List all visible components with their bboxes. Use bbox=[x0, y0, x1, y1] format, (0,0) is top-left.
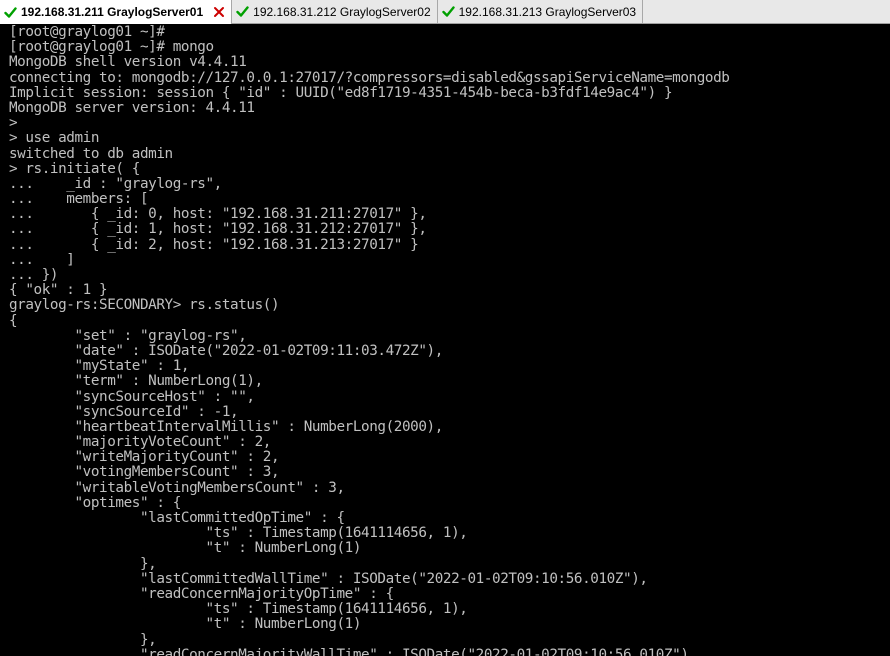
tab-label: 192.168.31.213 GraylogServer03 bbox=[458, 4, 637, 19]
terminal-line: ... ] bbox=[9, 251, 75, 268]
terminal-line: "heartbeatIntervalMillis" : NumberLong(2… bbox=[9, 418, 443, 435]
terminal-line: [root@graylog01 ~]# mongo bbox=[9, 39, 214, 56]
terminal-line: ... _id : "graylog-rs", bbox=[9, 175, 222, 192]
tab-label: 192.168.31.212 GraylogServer02 bbox=[253, 4, 431, 19]
terminal-line: "lastCommittedOpTime" : { bbox=[9, 510, 345, 526]
terminal-line: MongoDB shell version v4.4.11 bbox=[9, 54, 247, 71]
terminal-line: "optimes" : { bbox=[9, 494, 181, 511]
terminal-line: "term" : NumberLong(1), bbox=[9, 373, 263, 390]
check-icon bbox=[236, 5, 249, 18]
terminal-line: "syncSourceHost" : "", bbox=[9, 388, 255, 405]
tab-label: 192.168.31.211 GraylogServer01 bbox=[21, 5, 204, 19]
terminal-line: "ts" : Timestamp(1641114656, 1), bbox=[9, 601, 468, 618]
terminal-line: > bbox=[9, 115, 18, 132]
check-icon bbox=[4, 6, 17, 19]
terminal-line: "majorityVoteCount" : 2, bbox=[9, 434, 271, 451]
terminal-line: }, bbox=[9, 555, 157, 572]
terminal-line: "t" : NumberLong(1) bbox=[9, 616, 362, 633]
terminal-line: { bbox=[9, 312, 18, 329]
terminal-line: "writeMajorityCount" : 2, bbox=[9, 449, 280, 466]
session-tab-bar: 192.168.31.211 GraylogServer01 192.168.3… bbox=[0, 0, 890, 24]
terminal-line: switched to db admin bbox=[9, 145, 173, 162]
terminal-line: graylog-rs:SECONDARY> rs.status() bbox=[9, 297, 280, 314]
tab-graylogserver02[interactable]: 192.168.31.212 GraylogServer02 bbox=[232, 0, 438, 23]
terminal-line: "writableVotingMembersCount" : 3, bbox=[9, 479, 345, 496]
terminal-line: }, bbox=[9, 631, 157, 648]
terminal-line: Implicit session: session { "id" : UUID(… bbox=[9, 84, 673, 101]
terminal-line: ... { _id: 1, host: "192.168.31.212:2701… bbox=[9, 221, 427, 238]
terminal-line: "syncSourceId" : -1, bbox=[9, 403, 239, 420]
terminal-line: "votingMembersCount" : 3, bbox=[9, 464, 280, 481]
terminal-output[interactable]: [root@graylog01 ~]# [root@graylog01 ~]# … bbox=[0, 24, 890, 656]
terminal-line: "ts" : Timestamp(1641114656, 1), bbox=[9, 525, 468, 542]
terminal-line: "readConcernMajorityWallTime" : ISODate(… bbox=[9, 646, 697, 656]
terminal-line: "lastCommittedWallTime" : ISODate("2022-… bbox=[9, 570, 648, 587]
terminal-line: ... }) bbox=[9, 267, 59, 283]
terminal-line: ... members: [ bbox=[9, 191, 149, 208]
terminal-line: "set" : "graylog-rs", bbox=[9, 327, 247, 344]
close-icon[interactable] bbox=[213, 6, 225, 18]
tab-graylogserver03[interactable]: 192.168.31.213 GraylogServer03 bbox=[438, 0, 644, 23]
terminal-line: ... { _id: 0, host: "192.168.31.211:2701… bbox=[9, 206, 427, 223]
terminal-line: ... { _id: 2, host: "192.168.31.213:2701… bbox=[9, 236, 419, 253]
terminal-line: connecting to: mongodb://127.0.0.1:27017… bbox=[9, 69, 730, 86]
tab-graylogserver01[interactable]: 192.168.31.211 GraylogServer01 bbox=[0, 0, 233, 24]
terminal-line: > rs.initiate( { bbox=[9, 160, 140, 177]
terminal-line: [root@graylog01 ~]# bbox=[9, 24, 165, 40]
terminal-line: "t" : NumberLong(1) bbox=[9, 540, 362, 557]
terminal-line: "readConcernMajorityOpTime" : { bbox=[9, 585, 394, 602]
check-icon bbox=[441, 5, 455, 18]
terminal-line: > use admin bbox=[9, 130, 100, 147]
terminal-line: { "ok" : 1 } bbox=[9, 282, 108, 299]
terminal-line: "date" : ISODate("2022-01-02T09:11:03.47… bbox=[9, 342, 443, 359]
terminal-line: MongoDB server version: 4.4.11 bbox=[9, 99, 255, 116]
terminal-line: "myState" : 1, bbox=[9, 358, 190, 375]
